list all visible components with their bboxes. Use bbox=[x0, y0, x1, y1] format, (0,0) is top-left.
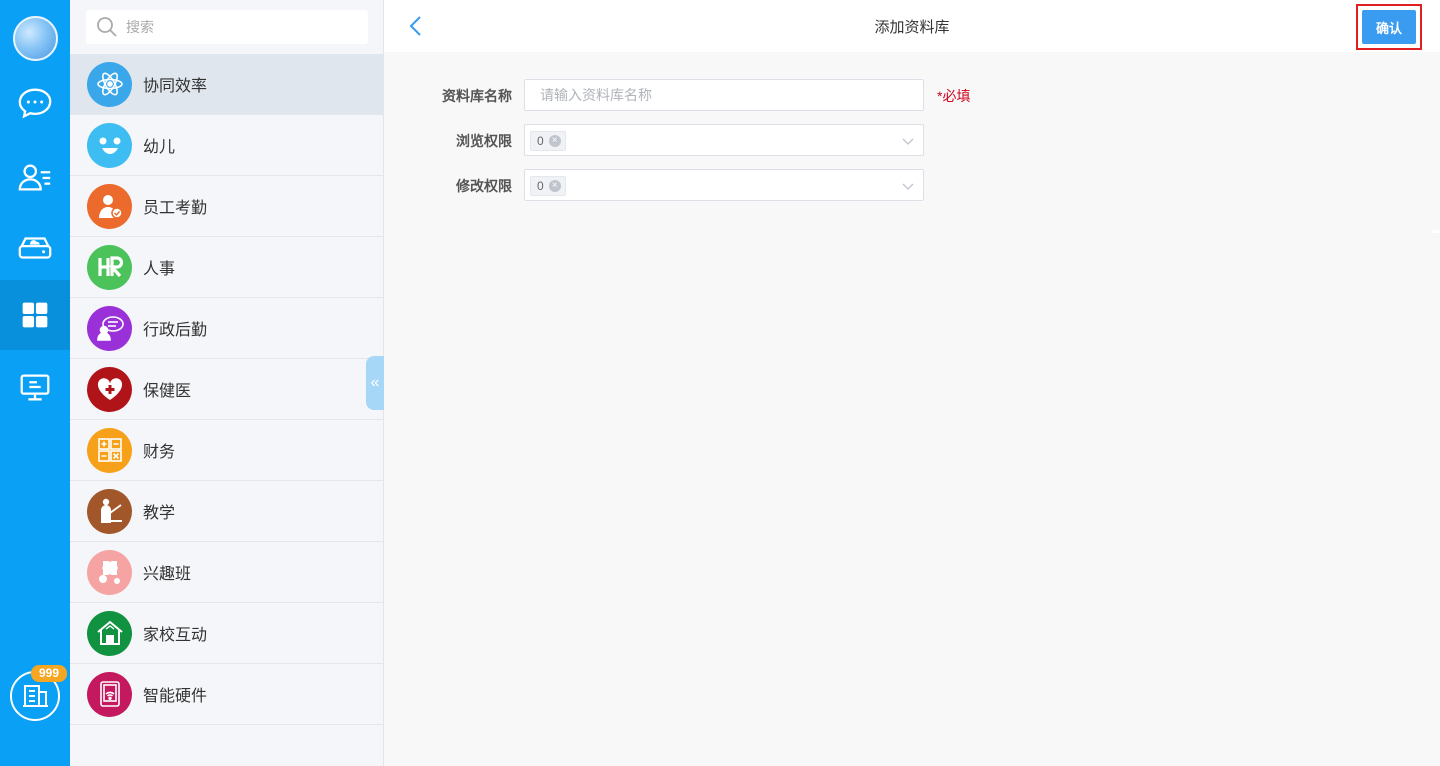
chevron-down-icon bbox=[902, 138, 914, 145]
module-label: 行政后勤 bbox=[143, 322, 208, 339]
tag-remove-icon[interactable]: × bbox=[548, 180, 561, 192]
atom-icon bbox=[87, 61, 132, 107]
page-title: 添加资料库 bbox=[874, 19, 950, 36]
module-label: 教学 bbox=[143, 505, 176, 522]
module-item-collaboration[interactable]: 协同效率 bbox=[70, 54, 384, 115]
search-icon bbox=[97, 17, 117, 37]
module-label: 财务 bbox=[143, 444, 176, 461]
browse-permission-row: 浏览权限 0 × bbox=[384, 124, 984, 156]
module-item-children[interactable]: 幼儿 bbox=[70, 115, 384, 176]
module-item-hr[interactable]: 人事 bbox=[70, 237, 384, 298]
apps-nav[interactable] bbox=[0, 280, 70, 350]
smart-device-icon bbox=[87, 671, 132, 717]
search-box[interactable] bbox=[86, 10, 368, 44]
smiley-icon bbox=[87, 122, 132, 168]
employee-icon bbox=[87, 183, 132, 229]
module-item-smart-hardware[interactable]: 智能硬件 bbox=[70, 664, 384, 725]
edit-permission-select[interactable]: 0 × bbox=[524, 169, 924, 201]
teacher-icon bbox=[87, 488, 132, 534]
module-list: 协同效率 幼儿 员工考勤 人事 行政后勤 保健医 财务 教学 兴趣班 家校互动 … bbox=[70, 54, 384, 725]
left-rail: 999 bbox=[0, 0, 70, 766]
page-header: 添加资料库 确认 bbox=[384, 0, 1440, 52]
apps-grid-icon bbox=[22, 302, 48, 328]
monitor-icon bbox=[20, 374, 50, 401]
module-item-health[interactable]: 保健医 bbox=[70, 359, 384, 420]
user-avatar[interactable] bbox=[13, 16, 58, 61]
admin-icon bbox=[87, 305, 132, 351]
puzzle-icon bbox=[87, 549, 132, 595]
module-label: 兴趣班 bbox=[143, 566, 192, 583]
confirm-highlight: 确认 bbox=[1356, 4, 1422, 50]
cloud-drive-nav[interactable] bbox=[0, 213, 70, 283]
library-name-input[interactable] bbox=[525, 80, 923, 110]
contacts-icon bbox=[18, 164, 51, 191]
name-row: 资料库名称 *必填 bbox=[384, 79, 984, 111]
tag-remove-icon[interactable]: × bbox=[548, 135, 561, 147]
heart-icon bbox=[87, 366, 132, 412]
main-content: 添加资料库 确认 资料库名称 *必填 浏览权限 0 × bbox=[384, 0, 1440, 766]
module-label: 幼儿 bbox=[143, 139, 176, 156]
tag-text: 0 bbox=[537, 179, 544, 193]
notification-badge: 999 bbox=[31, 665, 67, 682]
contacts-nav[interactable] bbox=[0, 142, 70, 212]
browse-permission-tag: 0 × bbox=[530, 131, 566, 151]
module-label: 员工考勤 bbox=[143, 200, 208, 217]
name-label: 资料库名称 bbox=[442, 88, 512, 104]
hr-icon bbox=[87, 244, 132, 290]
monitor-nav[interactable] bbox=[0, 352, 70, 422]
browse-permission-select[interactable]: 0 × bbox=[524, 124, 924, 156]
house-icon bbox=[87, 610, 132, 656]
module-label: 智能硬件 bbox=[143, 688, 208, 705]
building-icon bbox=[23, 685, 48, 707]
edit-permission-tag: 0 × bbox=[530, 176, 566, 196]
search-input[interactable] bbox=[126, 19, 346, 35]
module-label: 协同效率 bbox=[143, 78, 208, 95]
chat-nav[interactable] bbox=[0, 68, 70, 138]
collapse-panel-button[interactable]: « bbox=[366, 356, 384, 410]
browse-label: 浏览权限 bbox=[456, 133, 512, 149]
module-item-teaching[interactable]: 教学 bbox=[70, 481, 384, 542]
confirm-button[interactable]: 确认 bbox=[1362, 10, 1416, 44]
name-field-box bbox=[524, 79, 924, 111]
module-item-finance[interactable]: 财务 bbox=[70, 420, 384, 481]
module-item-home-school[interactable]: 家校互动 bbox=[70, 603, 384, 664]
calculator-icon bbox=[87, 427, 132, 473]
module-label: 人事 bbox=[143, 261, 176, 278]
module-label: 家校互动 bbox=[143, 627, 208, 644]
edit-label: 修改权限 bbox=[456, 178, 512, 194]
cloud-drive-icon bbox=[18, 237, 52, 259]
edge-marker bbox=[1432, 230, 1440, 233]
module-item-interest-class[interactable]: 兴趣班 bbox=[70, 542, 384, 603]
module-item-attendance[interactable]: 员工考勤 bbox=[70, 176, 384, 237]
edit-permission-row: 修改权限 0 × bbox=[384, 169, 984, 201]
chevron-down-icon bbox=[902, 183, 914, 190]
module-label: 保健医 bbox=[143, 383, 192, 400]
double-chevron-left-icon: « bbox=[370, 374, 380, 391]
tag-text: 0 bbox=[537, 134, 544, 148]
required-hint: *必填 bbox=[937, 88, 971, 104]
chat-icon bbox=[18, 88, 52, 119]
module-panel: 协同效率 幼儿 员工考勤 bbox=[70, 0, 384, 766]
module-item-admin[interactable]: 行政后勤 bbox=[70, 298, 384, 359]
